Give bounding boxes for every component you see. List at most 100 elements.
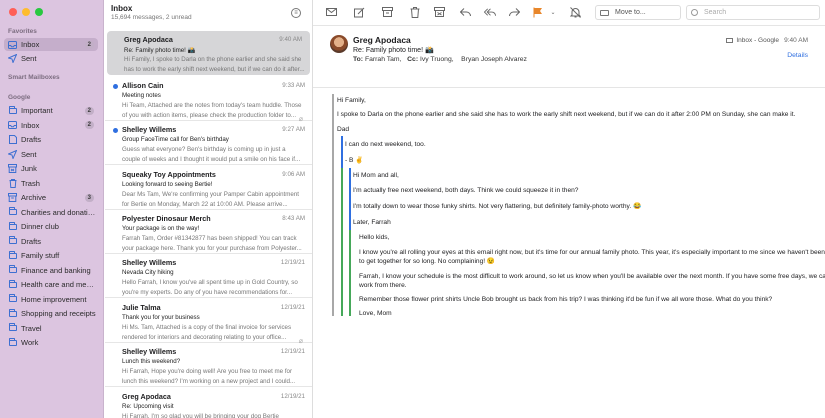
forward-icon[interactable] xyxy=(508,6,520,18)
sidebar-item-label: Inbox xyxy=(21,120,40,130)
sidebar-item-google-2[interactable]: Drafts xyxy=(4,133,98,146)
unread-dot xyxy=(113,128,118,133)
message-row[interactable]: Shelley Willems 12/19/21 Nevada City hikin… xyxy=(105,254,312,298)
sidebar-item-label: Dinner club xyxy=(21,222,59,231)
mailbox-label: Inbox - Google xyxy=(726,37,779,44)
message-preview: Hi Family, I spoke to Darla on the phone… xyxy=(124,56,305,73)
flag-icon[interactable] xyxy=(532,6,544,18)
message-row[interactable]: Greg Apodaca 12/19/21 Re: Upcoming visit Hi… xyxy=(105,388,312,418)
junk-icon xyxy=(8,164,17,173)
cc-recipient[interactable]: Bryan Joseph Alvarez xyxy=(461,56,527,63)
google-account-heading: Google xyxy=(8,94,31,101)
minimize-window-button[interactable] xyxy=(22,8,30,16)
sender-name: Julie Talma xyxy=(122,303,161,312)
filter-icon[interactable]: ≡ xyxy=(291,8,301,18)
envelope-icon[interactable] xyxy=(325,6,337,18)
sidebar-item-google-4[interactable]: Junk xyxy=(4,162,98,175)
compose-icon[interactable] xyxy=(353,6,365,18)
message-preview: Hi Farrah, I'm so glad you will be bring… xyxy=(122,413,279,418)
message-subject: Your package is on the way! xyxy=(122,225,200,232)
sidebar-item-google-16[interactable]: Work xyxy=(4,336,98,349)
message-subject: Looking forward to seeing Bertie! xyxy=(122,181,213,188)
message-date: 12/19/21 xyxy=(280,348,305,355)
cc-label: Cc: xyxy=(407,56,419,63)
junk-icon[interactable] xyxy=(433,6,445,18)
trash-icon xyxy=(8,178,17,188)
body-line: Hi Family, xyxy=(337,97,366,104)
message-row[interactable]: Julie Talma 12/19/21 Thank you for your bu… xyxy=(105,299,312,345)
sender-name: Greg Apodaca xyxy=(353,35,411,45)
sender-name: Greg Apodaca xyxy=(122,392,171,401)
message-row[interactable]: Polyester Dinosaur Merch 8:43 AM Your pack… xyxy=(105,210,312,254)
message-date: 9:33 AM xyxy=(282,82,305,89)
reading-pane: ⌄ Move to... Search Greg Apodaca Re: Fam… xyxy=(313,0,825,418)
sidebar-item-google-7[interactable]: Charities and donatio... xyxy=(4,206,98,219)
zoom-window-button[interactable] xyxy=(35,8,43,16)
sidebar-item-google-5[interactable]: Trash xyxy=(4,177,98,190)
to-label: To: xyxy=(353,56,364,63)
message-row[interactable]: Shelley Willems 9:27 AM Group FaceTime cal… xyxy=(105,121,312,165)
sidebar-item-google-10[interactable]: Family stuff xyxy=(4,249,98,262)
body-line: I know you're all rolling your eyes at t… xyxy=(359,249,825,256)
message-row[interactable]: Greg Apodaca 9:40 AM Re: Family photo time… xyxy=(107,31,310,75)
folder-icon xyxy=(8,105,17,115)
cc-recipient[interactable]: Ivy Truong, xyxy=(420,56,454,63)
sidebar-item-google-12[interactable]: Health care and medi... xyxy=(4,278,98,291)
search-placeholder: Search xyxy=(704,9,727,16)
body-line: to get together for so long. No complain… xyxy=(359,258,496,265)
sidebar-item-google-13[interactable]: Home improvement xyxy=(4,293,98,306)
body-line: Remember those flower print shirts Uncle… xyxy=(359,296,773,303)
sidebar-item-favorites-inbox[interactable]: Inbox 2 xyxy=(4,38,98,51)
reply-icon[interactable] xyxy=(459,6,471,18)
paper-plane-icon xyxy=(8,54,17,63)
message-row[interactable]: Allison Cain 9:33 AM Meeting notes Hi Team,… xyxy=(105,77,312,123)
sidebar-item-label: Family stuff xyxy=(21,251,60,260)
move-to-button[interactable]: Move to... xyxy=(595,5,681,20)
details-link[interactable]: Details xyxy=(787,52,808,59)
chevron-down-icon[interactable]: ⌄ xyxy=(547,6,559,18)
sidebar-item-favorites-sent[interactable]: Sent xyxy=(4,52,98,65)
sidebar-item-google-6[interactable]: Archive 3 xyxy=(4,191,98,204)
drafts-icon xyxy=(8,135,17,144)
sidebar-item-google-14[interactable]: Shopping and receipts xyxy=(4,307,98,320)
mailbox-title: Inbox xyxy=(111,4,133,13)
reply-all-icon[interactable] xyxy=(484,6,496,18)
sidebar-item-google-8[interactable]: Dinner club xyxy=(4,220,98,233)
body-line: - B ✌️ xyxy=(345,157,364,164)
mute-bell-icon[interactable] xyxy=(569,6,581,18)
sidebar-item-google-15[interactable]: Travel xyxy=(4,322,98,335)
inbox-icon xyxy=(726,38,734,43)
message-date: 12/19/21 xyxy=(280,393,305,400)
message-subject: Re: Family photo time! 📸 xyxy=(353,47,434,54)
folder-icon xyxy=(8,207,17,217)
body-line: Love, Mom xyxy=(359,310,392,317)
message-list-header: Inbox 15,694 messages, 2 unread ≡ xyxy=(105,0,312,30)
folder-icon xyxy=(8,294,17,304)
message-preview: Hello Farrah, I know you've all spent ti… xyxy=(122,279,298,296)
message-subject: Group FaceTime call for Ben's birthday xyxy=(122,136,229,143)
sidebar-item-label: Inbox xyxy=(21,40,40,49)
sidebar-item-label: Work xyxy=(21,338,39,347)
message-row[interactable]: Shelley Willems 12/19/21 Lunch this weeken… xyxy=(105,343,312,387)
sender-name: Shelley Willems xyxy=(122,347,177,356)
message-row[interactable]: Squeaky Toy Appointments 9:06 AM Looking f… xyxy=(105,166,312,210)
sidebar-item-google-1[interactable]: Inbox 2 xyxy=(4,119,98,132)
close-window-button[interactable] xyxy=(9,8,17,16)
sidebar-item-google-9[interactable]: Drafts xyxy=(4,235,98,248)
to-recipient[interactable]: Farrah Tam, xyxy=(365,56,402,63)
mailbox-summary: 15,694 messages, 2 unread xyxy=(111,14,192,21)
folder-icon xyxy=(8,337,17,347)
sidebar-item-google-3[interactable]: Sent xyxy=(4,148,98,161)
message-header: Greg Apodaca Re: Family photo time! 📸 To… xyxy=(313,26,825,88)
body-line: work from there. xyxy=(359,282,407,289)
body-line: Hi Mom and all, xyxy=(353,172,399,179)
sidebar-item-label: Drafts xyxy=(21,236,42,246)
sidebar-item-google-0[interactable]: Important 2 xyxy=(4,104,98,117)
trash-icon[interactable] xyxy=(409,6,421,18)
unread-count-badge: 2 xyxy=(84,106,94,115)
archive-icon xyxy=(8,193,17,202)
sidebar-item-google-11[interactable]: Finance and banking xyxy=(4,264,98,277)
paper-plane-icon xyxy=(8,149,17,159)
search-input[interactable]: Search xyxy=(686,5,820,20)
archive-icon[interactable] xyxy=(381,6,393,18)
